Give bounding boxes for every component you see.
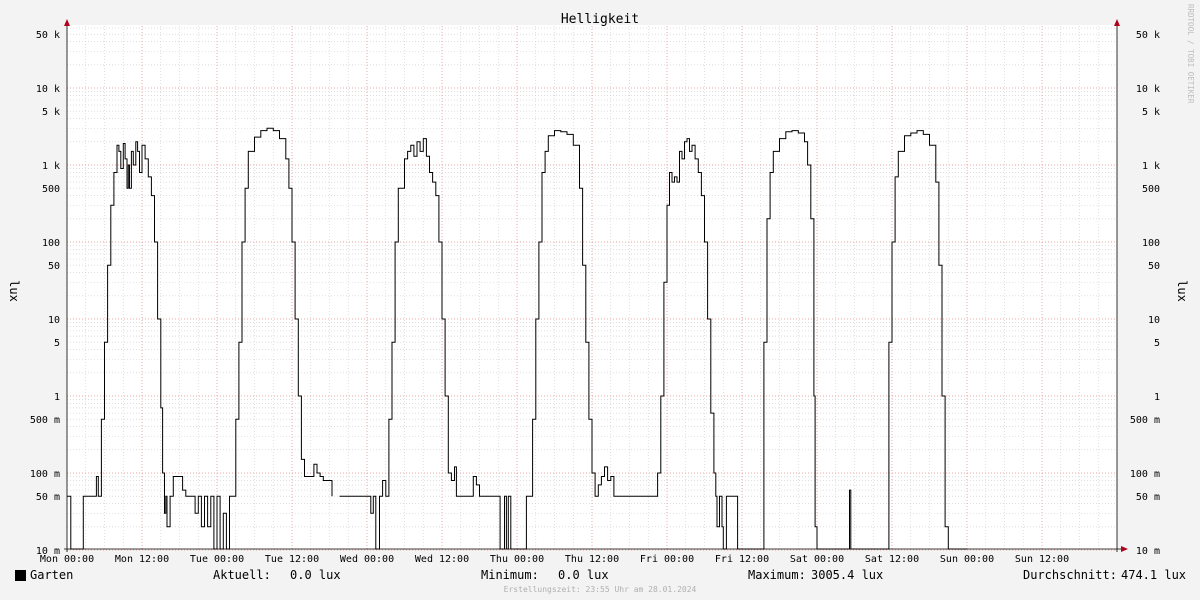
x-tick-label: Fri 12:00 [715,554,769,565]
x-tick-label: Sun 00:00 [940,554,994,565]
legend-max-label: Maximum: [748,568,806,582]
x-tick-label: Wed 12:00 [415,554,469,565]
x-tick-label: Sat 00:00 [790,554,844,565]
y-tick-label-left: 10 [48,315,60,326]
x-tick-label: Sat 12:00 [865,554,919,565]
x-tick-label: Mon 00:00 [40,554,94,565]
y-tick-label-right: 100 [1142,238,1160,249]
y-tick-label-left: 50 k [36,30,60,41]
x-tick-label: Tue 12:00 [265,554,319,565]
legend-swatch [15,570,26,581]
x-tick-label: Tue 00:00 [190,554,244,565]
y-tick-label-right: 100 m [1130,469,1160,480]
y-tick-label-right: 1 [1154,392,1160,403]
y-tick-label-left: 10 k [36,84,60,95]
y-tick-label-right: 10 k [1136,84,1160,95]
legend-avg-value: 474.1 lux [1121,568,1187,582]
x-tick-label: Fri 00:00 [640,554,694,565]
y-axis-label-left: lux [7,280,21,302]
x-tick-label: Mon 12:00 [115,554,169,565]
x-tick-label: Sun 12:00 [1015,554,1069,565]
y-tick-label-right: 50 m [1136,492,1160,503]
y-tick-label-right: 500 [1142,184,1160,195]
chart: 10 m 50 m 100 m 500 m 1 5 10 50 100 500 1 k 5 k 10 k… [0,0,1200,600]
y-tick-label-right: 10 m [1136,546,1160,557]
y-tick-label-left: 5 k [42,107,60,118]
y-tick-label-left: 5 [54,338,60,349]
y-tick-label-right: 50 [1148,261,1160,272]
y-tick-label-right: 1 k [1142,161,1160,172]
legend-max-value: 3005.4 lux [811,568,884,582]
legend-min-label: Minimum: [481,568,539,582]
y-tick-label-left: 100 [42,238,60,249]
footer-timestamp: Erstellungszeit: 23:55 Uhr am 28.01.2024 [503,585,697,594]
y-tick-label-left: 50 m [36,492,60,503]
y-tick-label-right: 50 k [1136,30,1160,41]
legend-avg-label: Durchschnitt: [1023,568,1117,582]
y-tick-label-left: 500 m [30,415,60,426]
legend-min-value: 0.0 lux [558,568,609,582]
x-tick-label: Thu 12:00 [565,554,619,565]
y-tick-label-left: 50 [48,261,60,272]
x-tick-label: Thu 00:00 [490,554,544,565]
watermark: RRDTOOL / TOBI OETIKER [1186,4,1195,104]
y-tick-label-right: 5 k [1142,107,1160,118]
legend: Garten Aktuell: 0.0 lux Minimum: 0.0 lux… [0,567,1200,585]
y-tick-label-left: 500 [42,184,60,195]
y-tick-label-left: 100 m [30,469,60,480]
y-tick-label-left: 1 k [42,161,60,172]
y-axis-label-right: lux [1175,280,1189,302]
legend-series-name: Garten [30,568,74,582]
y-tick-label-right: 500 m [1130,415,1160,426]
legend-current-label: Aktuell: [213,568,271,582]
y-tick-label-right: 10 [1148,315,1160,326]
chart-title: Helligkeit [561,12,639,27]
y-tick-label-right: 5 [1154,338,1160,349]
y-tick-label-left: 1 [54,392,60,403]
legend-current-value: 0.0 lux [290,568,341,582]
x-tick-label: Wed 00:00 [340,554,394,565]
